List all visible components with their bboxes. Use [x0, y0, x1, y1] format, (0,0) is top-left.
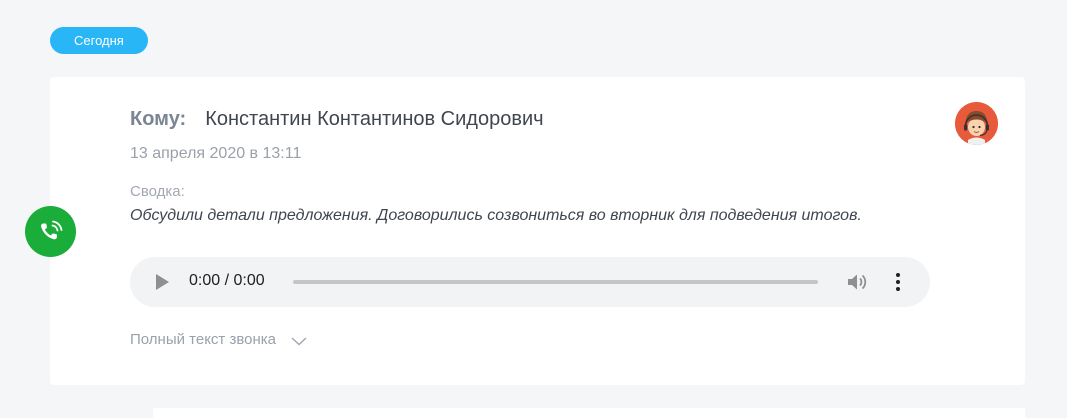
call-datetime: 13 апреля 2020 в 13:11 [130, 145, 302, 162]
transcript-label: Полный текст звонка [130, 331, 277, 348]
transcript-toggle[interactable]: Полный текст звонка [130, 331, 308, 348]
audio-player: 0:00 / 0:00 [130, 257, 930, 307]
more-vertical-icon[interactable] [894, 272, 902, 292]
audio-time: 0:00 / 0:00 [189, 272, 265, 289]
summary-text: Обсудили детали предложения. Договорилис… [130, 207, 862, 224]
summary-label: Сводка: [130, 183, 185, 200]
audio-progress-track[interactable] [293, 280, 818, 284]
recipient-label: Кому: [130, 107, 187, 130]
volume-icon[interactable] [846, 271, 870, 293]
phone-call-icon [25, 206, 76, 257]
chevron-down-icon[interactable] [290, 334, 308, 346]
date-badge: Сегодня [50, 27, 148, 54]
recipient-name: Константин Контантинов Сидорович [205, 107, 544, 130]
play-icon[interactable] [156, 274, 169, 290]
recipient-row: Кому: Константин Контантинов Сидорович [130, 106, 544, 132]
next-card-edge [153, 408, 1025, 418]
operator-avatar-icon [955, 102, 998, 145]
